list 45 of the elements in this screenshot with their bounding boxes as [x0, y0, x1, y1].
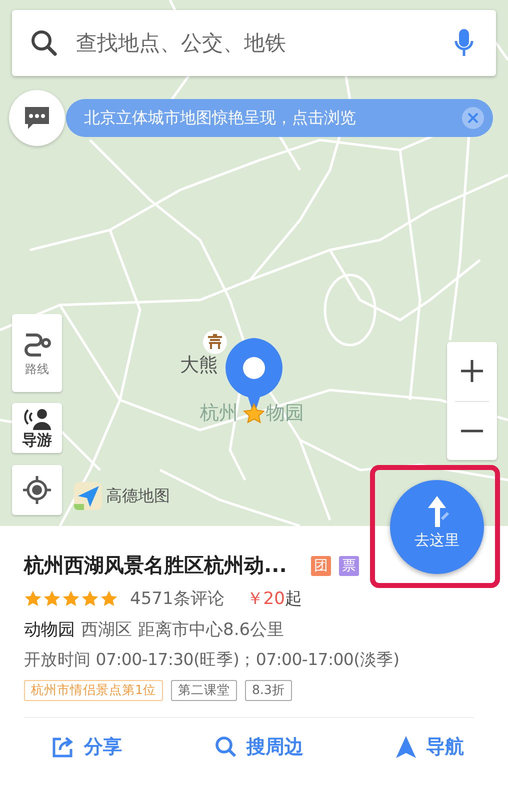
review-count[interactable]: 4571条评论	[130, 587, 224, 610]
tag: 第二课堂	[170, 680, 237, 701]
search-icon	[30, 29, 58, 57]
share-icon	[52, 736, 74, 758]
search-field[interactable]: 查找地点、公交、地铁	[74, 30, 438, 56]
chat-bubble-icon	[23, 105, 51, 131]
rating-star-icon	[100, 590, 118, 608]
distance: 距离市中心8.6公里	[138, 619, 284, 641]
badge: 团	[310, 556, 331, 576]
locate-button[interactable]	[12, 465, 62, 515]
tag: 8.3折	[244, 680, 292, 701]
place-label: 杭州	[200, 401, 238, 426]
minus-icon	[461, 428, 483, 433]
badge: 票	[338, 556, 359, 576]
search-button[interactable]: 搜周边	[212, 728, 306, 766]
search-bar[interactable]: 查找地点、公交、地铁	[12, 10, 496, 76]
promo-banner[interactable]: 北京立体城市地图惊艳呈现，点击浏览	[66, 99, 493, 137]
rating-star-icon	[62, 590, 80, 608]
share-button[interactable]: 分享	[50, 728, 124, 766]
route-button[interactable]: 路线	[12, 314, 62, 392]
category: 动物园	[24, 619, 75, 641]
price: ￥20	[246, 588, 285, 610]
banner-text: 北京立体城市地图惊艳呈现，点击浏览	[84, 108, 357, 128]
plus-icon	[461, 360, 483, 382]
star-icon	[243, 403, 265, 425]
district: 西湖区	[81, 619, 132, 641]
rating-star-icon	[81, 590, 99, 608]
search-icon	[214, 736, 236, 758]
paper-plane-logo-icon	[74, 482, 102, 510]
rating-star-icon	[43, 590, 61, 608]
locate-icon	[22, 475, 52, 505]
tag: 杭州市情侣景点第1位	[24, 680, 163, 701]
guide-person-icon	[22, 406, 52, 430]
price-suffix: 起	[284, 588, 302, 610]
rating-star-icon	[24, 590, 42, 608]
navigate-button[interactable]: 导航	[394, 728, 466, 766]
microphone-icon[interactable]	[454, 28, 474, 58]
map-logo-text: 高德地图	[106, 486, 170, 506]
opening-hours: 开放时间 07:00-17:30(旺季)；07:00-17:00(淡季)	[24, 649, 400, 671]
poi-label: 大熊	[180, 353, 218, 378]
place-title: 杭州西湖风景名胜区杭州动...	[24, 552, 287, 579]
guide-button[interactable]: 导游	[12, 403, 62, 453]
place-label: 物园	[266, 401, 304, 426]
temple-icon	[203, 330, 227, 354]
navigation-arrow-icon	[396, 736, 416, 758]
